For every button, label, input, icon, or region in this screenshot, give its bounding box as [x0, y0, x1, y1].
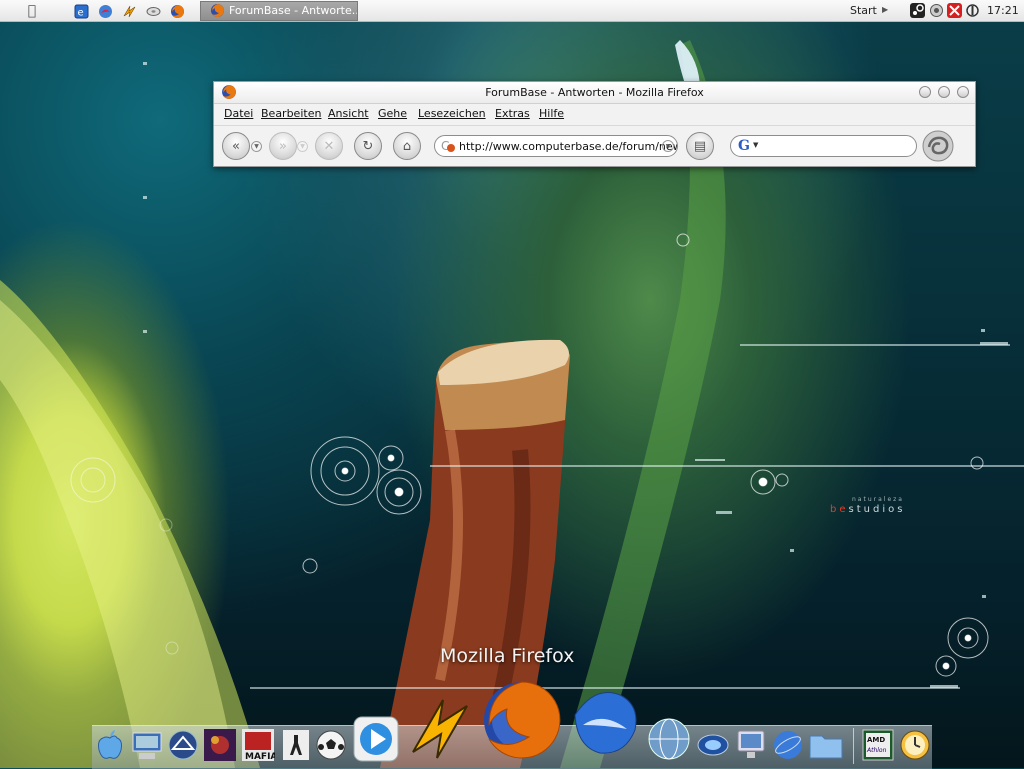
- media-player-icon[interactable]: [351, 714, 401, 764]
- wallpaper-brand: naturaleza bestudios: [830, 496, 906, 515]
- counter-strike-icon[interactable]: [280, 726, 312, 764]
- mafia-icon[interactable]: MAFIA: [240, 726, 276, 764]
- menu-gehe[interactable]: Gehe: [378, 107, 407, 120]
- back-history-dropdown[interactable]: ▼: [251, 141, 262, 152]
- internet-explorer-icon[interactable]: [770, 726, 806, 764]
- close-button[interactable]: [957, 86, 969, 98]
- dock-separator: [853, 728, 854, 764]
- thunderbird-icon[interactable]: [564, 684, 644, 764]
- world-of-warcraft-icon[interactable]: [695, 726, 731, 764]
- svg-text:Athlon: Athlon: [866, 747, 887, 754]
- system-monitor-icon[interactable]: [130, 726, 164, 764]
- amd-athlon-icon[interactable]: AMD Athlon: [860, 727, 896, 763]
- menu-bearbeiten[interactable]: Bearbeiten: [261, 107, 321, 120]
- url-bar[interactable]: C http://www.computerbase.de/forum/newr …: [434, 135, 678, 157]
- home-icon: ⌂: [402, 138, 412, 154]
- firefox-window: ForumBase - Antworten - Mozilla Firefox …: [213, 81, 976, 167]
- maximize-button[interactable]: [938, 86, 950, 98]
- google-search-engine-icon[interactable]: G: [738, 138, 750, 154]
- back-arrow-icon: «: [232, 138, 240, 154]
- bookmark-button[interactable]: ▤: [686, 132, 714, 160]
- network-globe-icon[interactable]: [644, 714, 694, 764]
- url-text: http://www.computerbase.de/forum/newr: [459, 140, 678, 153]
- firefox-icon[interactable]: [478, 676, 566, 764]
- menu-ansicht[interactable]: Ansicht: [328, 107, 369, 120]
- finder-icon[interactable]: [94, 726, 126, 764]
- search-box[interactable]: G ▼: [730, 135, 917, 157]
- soccer-ball-icon[interactable]: [313, 726, 349, 764]
- stop-icon: ✕: [323, 138, 335, 154]
- back-button[interactable]: «: [222, 132, 250, 160]
- forward-button[interactable]: »: [269, 132, 297, 160]
- forward-history-dropdown[interactable]: ▼: [297, 141, 308, 152]
- game-icon[interactable]: [202, 726, 238, 764]
- menu-bar: Datei Bearbeiten Ansicht Gehe Lesezeiche…: [214, 104, 975, 124]
- throbber-icon: [922, 130, 954, 162]
- vmware-icon[interactable]: [166, 726, 200, 764]
- url-history-dropdown-icon[interactable]: ▼: [662, 140, 674, 152]
- navigation-toolbar: « ▼ » ▼ ✕ ↻ ⌂ C http://www.computerbase.…: [214, 125, 975, 167]
- reload-icon: ↻: [362, 138, 374, 154]
- window-title: ForumBase - Antworten - Mozilla Firefox: [485, 86, 704, 99]
- menu-lesezeichen[interactable]: Lesezeichen: [418, 107, 486, 120]
- site-favicon-icon: C: [441, 139, 457, 156]
- folder-icon[interactable]: [806, 726, 846, 764]
- computer-icon[interactable]: [733, 726, 769, 764]
- menu-hilfe[interactable]: Hilfe: [539, 107, 564, 120]
- title-bar[interactable]: ForumBase - Antworten - Mozilla Firefox: [214, 82, 975, 104]
- stop-button[interactable]: ✕: [315, 132, 343, 160]
- home-button[interactable]: ⌂: [393, 132, 421, 160]
- menu-extras[interactable]: Extras: [495, 107, 530, 120]
- search-engine-dropdown-icon[interactable]: ▼: [753, 141, 758, 149]
- svg-text:AMD: AMD: [867, 736, 885, 744]
- forward-arrow-icon: »: [279, 138, 287, 154]
- clock-icon[interactable]: [897, 727, 933, 763]
- bookmark-icon: ▤: [693, 138, 707, 154]
- svg-text:MAFIA: MAFIA: [245, 752, 275, 762]
- winamp-icon[interactable]: [404, 693, 476, 765]
- minimize-button[interactable]: [919, 86, 931, 98]
- reload-button[interactable]: ↻: [354, 132, 382, 160]
- menu-datei[interactable]: Datei: [224, 107, 253, 120]
- dock-hover-label: Mozilla Firefox: [440, 645, 575, 667]
